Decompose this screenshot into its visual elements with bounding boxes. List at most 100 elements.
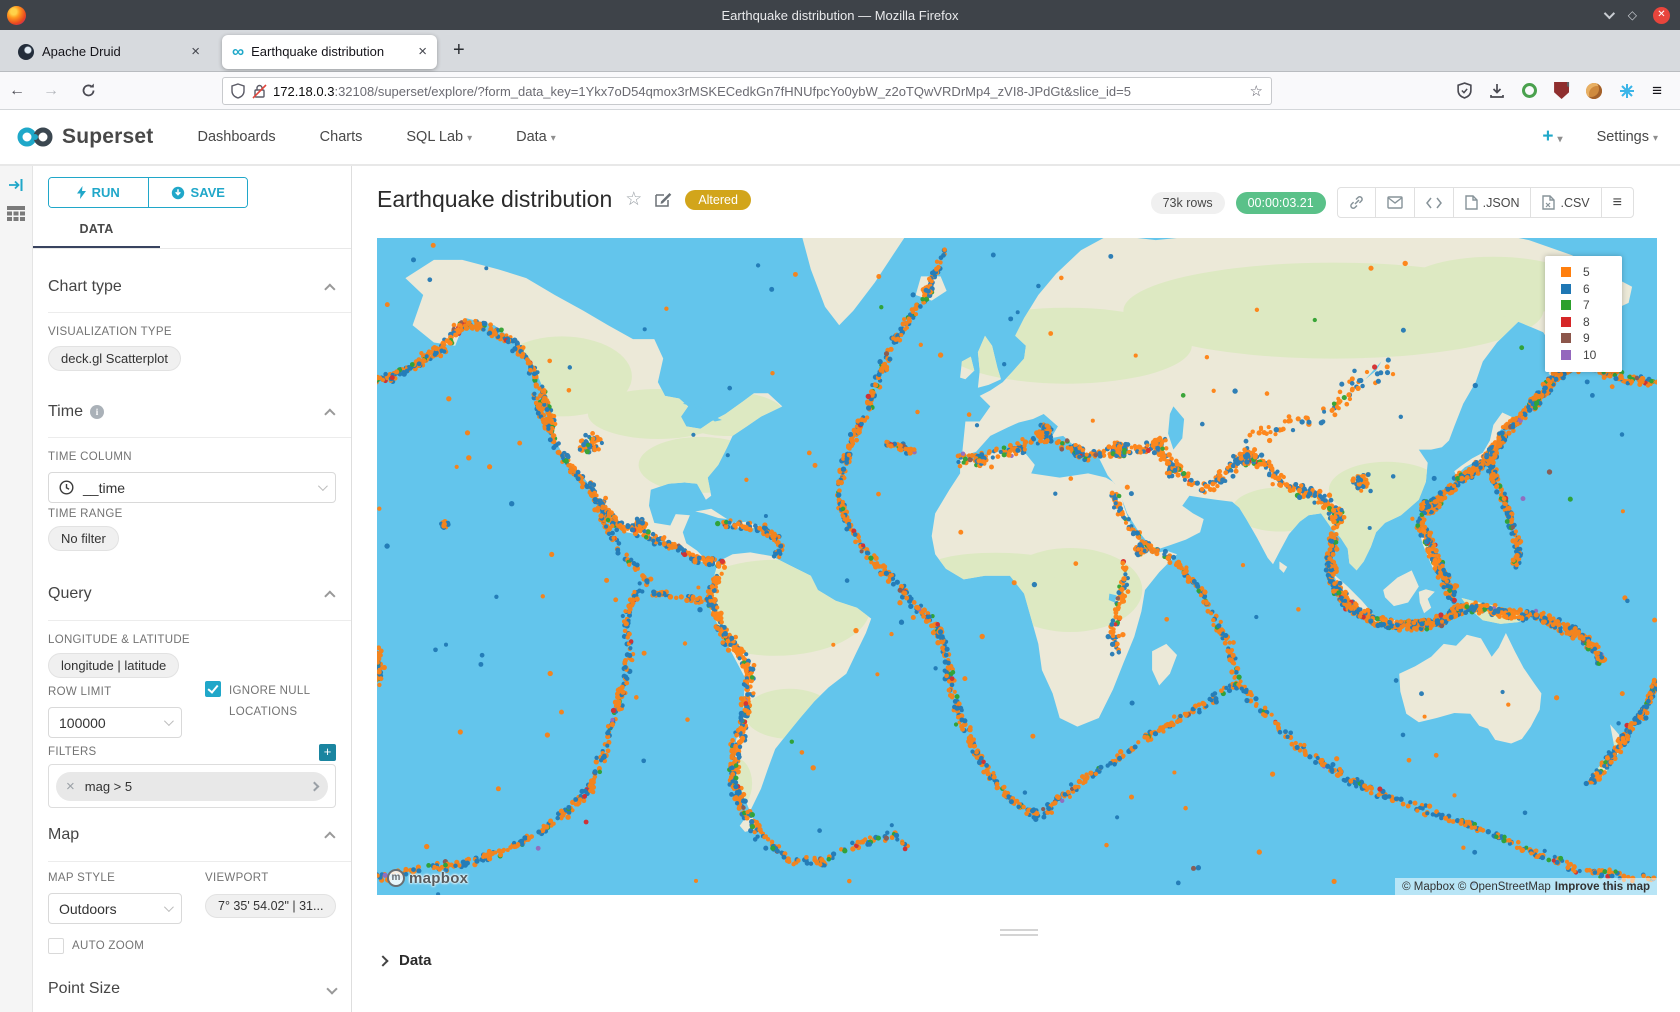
add-filter-button[interactable]: + bbox=[319, 744, 336, 761]
tab-close-icon[interactable]: × bbox=[191, 43, 200, 60]
chart-menu-button[interactable]: ≡ bbox=[1602, 188, 1633, 217]
section-time[interactable]: Timei bbox=[48, 403, 336, 421]
minimize-icon[interactable] bbox=[1604, 8, 1615, 19]
visualization-type-label: VISUALIZATION TYPE bbox=[48, 326, 336, 338]
url-host: 172.18.0.3 bbox=[273, 84, 334, 99]
nav-sql-lab[interactable]: SQL Lab▾ bbox=[406, 129, 472, 145]
chevron-down-icon: ▾ bbox=[551, 133, 556, 144]
panel-resize-handle[interactable] bbox=[1000, 929, 1038, 939]
extension-privacy-icon[interactable] bbox=[1522, 83, 1537, 98]
nav-data[interactable]: Data▾ bbox=[516, 129, 556, 145]
chevron-up-icon bbox=[324, 283, 335, 294]
chevron-up-icon bbox=[324, 590, 335, 601]
left-rail bbox=[0, 166, 33, 1012]
window-titlebar: Earthquake distribution — Mozilla Firefo… bbox=[0, 0, 1680, 30]
close-window-icon[interactable]: ✕ bbox=[1653, 7, 1670, 24]
mapbox-logo[interactable]: m mapbox bbox=[387, 869, 468, 887]
save-circle-icon bbox=[171, 186, 185, 200]
favorite-star-icon[interactable]: ☆ bbox=[625, 188, 642, 211]
checkbox-checked-icon[interactable] bbox=[205, 681, 221, 697]
query-duration-badge: 00:00:03.21 bbox=[1236, 192, 1326, 214]
legend-swatch bbox=[1561, 300, 1571, 310]
filter-pill[interactable]: × mag > 5 bbox=[56, 772, 328, 801]
tab-label: Apache Druid bbox=[42, 44, 183, 59]
section-point-size[interactable]: Point Size bbox=[48, 980, 336, 998]
copy-link-button[interactable] bbox=[1338, 188, 1376, 217]
file-icon bbox=[1465, 195, 1478, 210]
legend-row: 8 bbox=[1561, 314, 1622, 331]
tab-earthquake-distribution[interactable]: ∞ Earthquake distribution × bbox=[222, 35, 437, 69]
new-tab-button[interactable]: + bbox=[453, 39, 465, 62]
screen: Earthquake distribution — Mozilla Firefo… bbox=[0, 0, 1680, 1012]
bookmark-star-icon[interactable]: ☆ bbox=[1250, 82, 1263, 100]
collapse-panel-icon[interactable] bbox=[8, 178, 24, 192]
info-icon: i bbox=[90, 405, 104, 419]
protections-shield-icon[interactable] bbox=[1457, 82, 1472, 99]
attribution-text[interactable]: © Mapbox © OpenStreetMap bbox=[1402, 881, 1551, 893]
checkbox-unchecked-icon[interactable] bbox=[48, 938, 64, 954]
cookie-extension-icon[interactable] bbox=[1586, 83, 1602, 99]
link-icon bbox=[1349, 195, 1364, 210]
back-icon[interactable]: ← bbox=[0, 82, 34, 100]
embed-code-button[interactable] bbox=[1415, 188, 1454, 217]
tab-apache-druid[interactable]: Apache Druid × bbox=[8, 35, 210, 69]
edit-icon[interactable] bbox=[655, 191, 672, 208]
add-new-button[interactable]: +▾ bbox=[1542, 126, 1562, 148]
export-csv-button[interactable]: .CSV bbox=[1531, 188, 1601, 217]
remove-filter-icon[interactable]: × bbox=[66, 778, 75, 795]
run-button[interactable]: RUN bbox=[49, 178, 149, 207]
chevron-right-icon bbox=[377, 955, 388, 966]
browser-tabstrip: Apache Druid × ∞ Earthquake distribution… bbox=[0, 30, 1680, 72]
time-range-pill[interactable]: No filter bbox=[48, 526, 119, 551]
legend-swatch bbox=[1561, 267, 1571, 277]
snowflake-extension-icon[interactable] bbox=[1619, 83, 1635, 99]
legend-swatch bbox=[1561, 284, 1571, 294]
viewport-label: VIEWPORT bbox=[205, 872, 336, 884]
legend-row: 9 bbox=[1561, 330, 1622, 347]
altered-badge: Altered bbox=[685, 190, 751, 210]
section-query[interactable]: Query bbox=[48, 585, 336, 603]
url-bar[interactable]: 172.18.0.3:32108/superset/explore/?form_… bbox=[222, 77, 1272, 105]
settings-menu[interactable]: Settings▾ bbox=[1597, 129, 1658, 145]
export-json-button[interactable]: .JSON bbox=[1454, 188, 1532, 217]
superset-navbar: Superset Dashboards Charts SQL Lab▾ Data… bbox=[0, 110, 1680, 166]
superset-brand[interactable]: Superset bbox=[16, 125, 153, 149]
save-button[interactable]: SAVE bbox=[149, 178, 248, 207]
row-limit-select[interactable]: 100000 bbox=[48, 707, 182, 738]
map-style-select[interactable]: Outdoors bbox=[48, 893, 182, 924]
brand-name: Superset bbox=[62, 125, 153, 149]
time-column-select[interactable]: __time bbox=[48, 472, 336, 503]
chevron-right-icon bbox=[310, 782, 320, 792]
forward-icon[interactable]: → bbox=[34, 82, 68, 100]
nav-dashboards[interactable]: Dashboards bbox=[197, 129, 275, 145]
insecure-lock-icon[interactable] bbox=[252, 83, 267, 99]
maximize-icon[interactable]: ◇ bbox=[1628, 8, 1637, 22]
time-range-label: TIME RANGE bbox=[48, 508, 336, 520]
email-button[interactable] bbox=[1376, 188, 1415, 217]
tab-close-icon[interactable]: × bbox=[418, 43, 427, 60]
auto-zoom-checkbox-row[interactable]: AUTO ZOOM bbox=[48, 936, 336, 957]
nav-charts[interactable]: Charts bbox=[320, 129, 363, 145]
viz-type-pill[interactable]: deck.gl Scatterplot bbox=[48, 346, 181, 371]
lonlat-pill[interactable]: longitude | latitude bbox=[48, 653, 179, 678]
data-panel-toggle[interactable]: Data bbox=[379, 952, 432, 969]
chevron-down-icon: ▾ bbox=[467, 133, 472, 144]
dataset-grid-icon[interactable] bbox=[7, 206, 25, 223]
viewport-pill[interactable]: 7° 35' 54.02" | 31... bbox=[205, 894, 336, 918]
legend-row: 5 bbox=[1561, 264, 1622, 281]
firefox-menu-icon[interactable]: ≡ bbox=[1652, 81, 1662, 101]
section-chart-type[interactable]: Chart type bbox=[48, 278, 336, 296]
deckgl-scatterplot-map[interactable]: 5678910 m mapbox © Mapbox © OpenStreetMa… bbox=[377, 238, 1657, 895]
tab-data[interactable]: DATA bbox=[33, 222, 160, 236]
reload-icon[interactable] bbox=[80, 82, 97, 99]
download-icon[interactable] bbox=[1489, 83, 1505, 99]
url-text[interactable]: 172.18.0.3:32108/superset/explore/?form_… bbox=[273, 84, 1242, 99]
legend-swatch bbox=[1561, 333, 1571, 343]
superset-favicon: ∞ bbox=[232, 45, 244, 59]
ignore-null-checkbox-row[interactable]: IGNORE NULL LOCATIONS bbox=[205, 681, 336, 722]
data-panel-label: Data bbox=[399, 952, 432, 969]
section-map[interactable]: Map bbox=[48, 826, 336, 844]
ublock-icon[interactable]: 2 bbox=[1554, 82, 1569, 99]
improve-map-link[interactable]: Improve this map bbox=[1555, 881, 1650, 893]
shield-icon[interactable] bbox=[231, 83, 245, 99]
